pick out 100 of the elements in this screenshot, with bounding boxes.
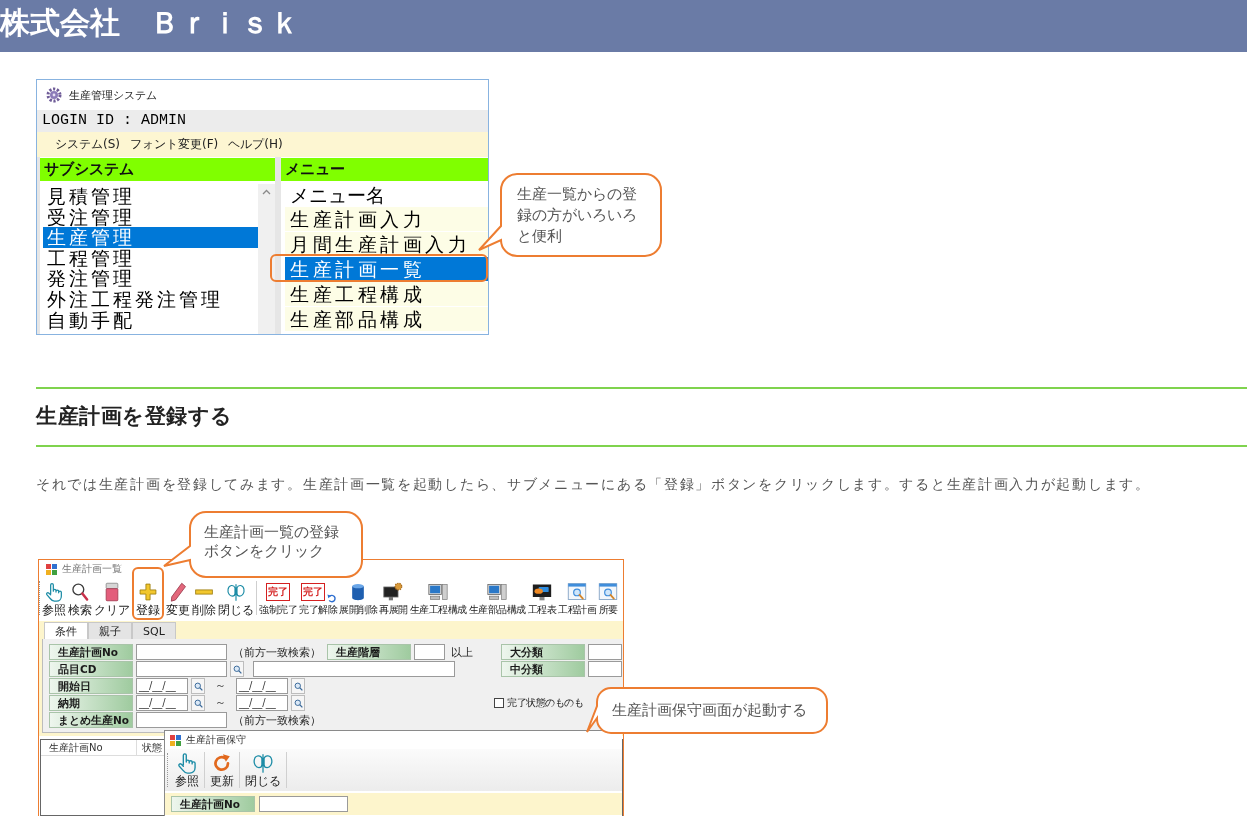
toolbar-button[interactable]: 展開削除: [339, 581, 377, 617]
search-button[interactable]: [191, 678, 205, 694]
field-label: 生産階層: [327, 644, 411, 660]
input-field[interactable]: [259, 796, 348, 812]
search-button[interactable]: [291, 695, 305, 711]
range-separator: ～: [215, 695, 226, 711]
site-title: 株式会社 Ｂｒｉｓｋ: [0, 4, 300, 42]
toolbar-button[interactable]: 完了 完了解除: [299, 581, 337, 617]
toolbar-button[interactable]: 所要: [598, 581, 618, 617]
binoculars-icon: [226, 582, 246, 602]
search-icon: [193, 681, 203, 691]
toolbar-button[interactable]: 登録: [132, 581, 164, 617]
date-field[interactable]: __/__/__: [236, 695, 288, 711]
checkbox[interactable]: [494, 698, 504, 708]
tab[interactable]: SQL: [132, 622, 176, 639]
hint-text: （前方一致検索）: [233, 645, 321, 660]
refresh-icon: [211, 752, 233, 774]
range-separator: ～: [215, 678, 226, 694]
callout-text: 生産計画一覧の登録ボタンをクリック: [204, 523, 340, 561]
column-header: メニュー名: [289, 184, 386, 206]
toolbar-button[interactable]: 再展開: [379, 581, 408, 617]
list-item[interactable]: 生産管理: [43, 227, 258, 248]
callout-text: 生産計画保守画面が起動する: [612, 701, 808, 720]
search-button[interactable]: [191, 695, 205, 711]
date-field[interactable]: __/__/__: [136, 695, 188, 711]
magnifier-icon: [70, 582, 90, 602]
monitor-gear-icon: [383, 582, 404, 602]
input-field[interactable]: [136, 712, 227, 728]
field-label: 品目CD: [49, 661, 133, 677]
toolbar-button[interactable]: 生産部品構成: [468, 581, 526, 617]
search-icon: [293, 698, 303, 708]
tab[interactable]: 親子: [88, 622, 132, 639]
panel-header: サブシステム: [40, 158, 275, 181]
menu-item[interactable]: システム(S): [55, 136, 120, 153]
input-field[interactable]: [414, 644, 445, 660]
computer-icon: [487, 582, 507, 602]
toolbar-button[interactable]: 変更: [166, 581, 190, 617]
toolbar-button[interactable]: 工程表: [527, 581, 556, 617]
menu-list-item[interactable]: 生産部品構成: [285, 307, 488, 331]
window-magnifier-icon: [567, 582, 587, 602]
toolbar-button[interactable]: 削除: [192, 581, 216, 617]
toolbar-button[interactable]: 生産工程構成: [409, 581, 467, 617]
window-magnifier-icon: [598, 582, 618, 602]
search-icon: [193, 698, 203, 708]
pencil-icon: [168, 582, 188, 602]
toolbar-button[interactable]: 閉じる: [218, 581, 254, 617]
list-item[interactable]: 自動手配: [43, 309, 258, 331]
input-field[interactable]: [253, 661, 455, 677]
field-label: 生産計画No: [49, 644, 133, 660]
menu-item[interactable]: ヘルプ(H): [228, 136, 283, 153]
input-field[interactable]: [588, 661, 622, 677]
menu-list-item[interactable]: 生産計画入力: [285, 207, 488, 231]
computer-icon: [428, 582, 448, 602]
window-title: 生産計画一覧: [62, 562, 122, 576]
tab[interactable]: 条件: [44, 622, 88, 639]
list-item[interactable]: 受注管理: [43, 206, 258, 228]
list-item[interactable]: 工程管理: [43, 247, 258, 269]
field-label: 生産計画No: [171, 796, 255, 812]
field-label: 中分類: [501, 661, 585, 677]
column-header: 生産計画No: [41, 740, 137, 755]
search-button[interactable]: [291, 678, 305, 694]
toolbar-button[interactable]: 更新: [205, 752, 240, 788]
squares-icon: [170, 734, 181, 746]
monitor-icon: [531, 582, 552, 602]
date-field[interactable]: __/__/__: [236, 678, 288, 694]
toolbar-button[interactable]: 工程計画: [558, 581, 596, 617]
toolbar-button[interactable]: クリア: [94, 581, 130, 617]
toolbar-button[interactable]: 検索: [68, 581, 92, 617]
toolbar-button[interactable]: 参照: [170, 752, 205, 788]
stamp-label: 完了: [300, 583, 325, 601]
input-field[interactable]: [588, 644, 622, 660]
input-field[interactable]: [136, 644, 227, 660]
caret-up-icon: [262, 189, 271, 195]
menu-list-item[interactable]: 月間生産計画入力: [285, 232, 488, 256]
menu-list-item[interactable]: 生産計画一覧: [285, 257, 488, 281]
toolbar-button[interactable]: 参照: [42, 581, 66, 617]
stamp-label: 完了: [266, 583, 290, 601]
checkbox-label: 完了状態のものも: [507, 696, 583, 710]
list-item[interactable]: 見積管理: [43, 186, 258, 207]
date-field[interactable]: __/__/__: [136, 678, 188, 694]
section-heading: 生産計画を登録する: [36, 403, 233, 430]
search-button[interactable]: [230, 661, 244, 677]
callout-text: 生産一覧からの登録の方がいろいろと便利: [517, 185, 638, 246]
input-field[interactable]: [136, 661, 227, 677]
toolbar-button[interactable]: 完了 強制完了: [259, 581, 297, 617]
toolbar-button[interactable]: 閉じる: [240, 752, 287, 788]
paragraph: それでは生産計画を登録してみます。生産計画一覧を起動したら、サブメニューにある「登録」ボタンをクリックします。すると生産計画入力が起動します。: [36, 475, 1151, 494]
binoculars-icon: [252, 752, 274, 774]
menu-list-item[interactable]: 生産工程構成: [285, 282, 488, 306]
field-label: 開始日: [49, 678, 133, 694]
field-label: 大分類: [501, 644, 585, 660]
hint-text: 以上: [451, 645, 473, 660]
menu-item[interactable]: フォント変更(F): [130, 136, 219, 153]
plus-icon: [138, 582, 158, 602]
list-item[interactable]: 発注管理: [43, 268, 258, 289]
login-bar: LOGIN ID : ADMIN: [37, 110, 488, 132]
hand-pointer-icon: [176, 752, 198, 774]
arrow-icon: [326, 594, 336, 603]
list-item[interactable]: 外注工程発注管理: [43, 288, 258, 310]
scrollbar[interactable]: [258, 184, 275, 334]
